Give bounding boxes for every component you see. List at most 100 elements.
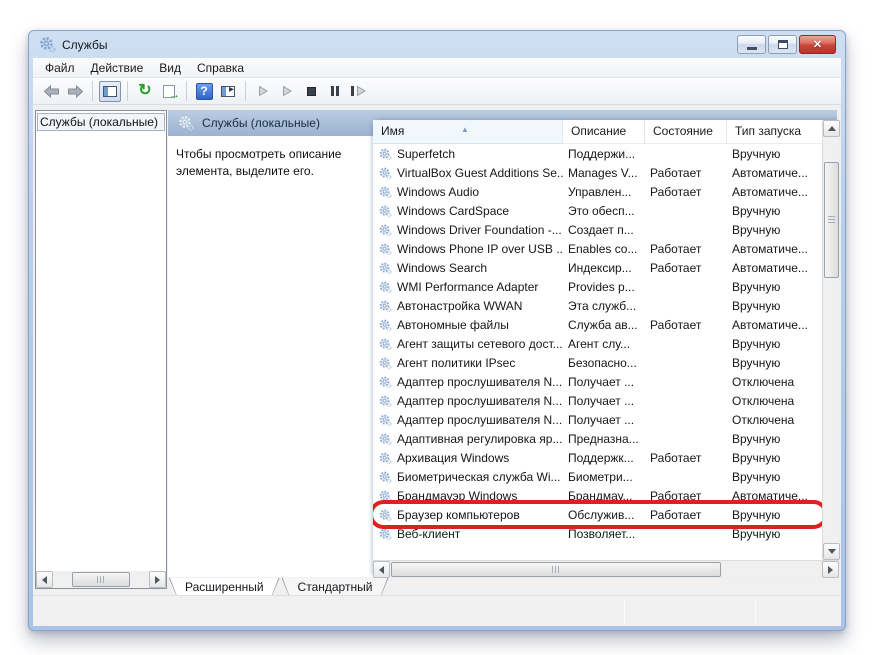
close-button[interactable]: ✕ [799, 35, 836, 54]
arrow-down-icon [827, 549, 836, 558]
list-vertical-scrollbar[interactable] [822, 120, 840, 560]
services-gear-icon [40, 37, 56, 53]
service-gear-icon [379, 509, 392, 521]
service-gear-icon [379, 243, 392, 255]
service-startup-type: Автоматиче... [732, 317, 808, 332]
service-row[interactable]: Адаптер прослушивателя N... Получает ... О… [373, 410, 822, 429]
scrollbar-thumb[interactable] [72, 572, 130, 587]
maximize-icon [777, 40, 788, 49]
column-header[interactable]: Тип запуска [727, 120, 822, 144]
service-name: Брандмауэр Windows [397, 488, 518, 503]
scroll-right-button[interactable] [822, 561, 839, 578]
service-row[interactable]: VirtualBox Guest Additions Se... Manages … [373, 163, 822, 182]
service-gear-icon [379, 357, 392, 369]
service-row[interactable]: Агент защиты сетевого дост... Агент слу..… [373, 334, 822, 353]
service-startup-type: Автоматиче... [732, 165, 808, 180]
service-row[interactable]: Веб-клиент Позволяет... Вручную [373, 524, 822, 543]
menu-item[interactable]: Действие [83, 59, 152, 77]
show-console-tree-icon[interactable] [99, 80, 121, 102]
stop-service-icon[interactable] [300, 81, 322, 102]
scroll-left-button[interactable] [36, 571, 53, 588]
service-row[interactable]: Windows Driver Foundation -... Создает п.… [373, 220, 822, 239]
column-header[interactable]: Описание [563, 120, 645, 144]
service-row[interactable]: Windows Audio Управлен... Работает Автомати… [373, 182, 822, 201]
scroll-left-button[interactable] [373, 561, 390, 578]
service-name: Адаптер прослушивателя N... [397, 412, 563, 427]
service-row[interactable]: Автонастройка WWAN Эта служб... Вручную [373, 296, 822, 315]
grip-icon [97, 576, 106, 583]
selection-hint-text: Чтобы просмотреть описание элемента, выд… [176, 147, 342, 178]
service-row[interactable]: Адаптивная регулировка яр... Предназна...… [373, 429, 822, 448]
service-name: Superfetch [397, 146, 456, 161]
service-name: Windows Search [397, 260, 488, 275]
show-action-pane-icon[interactable] [217, 81, 239, 102]
table-header-row: Имя ▲ Описание Состояние Тип запуска [373, 120, 822, 144]
service-description: Индексир... [568, 260, 632, 275]
forward-icon[interactable] [64, 81, 86, 102]
service-row[interactable]: Брандмауэр Windows Брандмау... Работает Авт… [373, 486, 822, 505]
service-row[interactable]: Браузер компьютеров Обслужив... Работает Вр… [373, 500, 822, 529]
services-gear-icon [179, 116, 194, 131]
column-header[interactable]: Имя ▲ [373, 120, 563, 144]
service-row[interactable]: Адаптер прослушивателя N... Получает ... О… [373, 391, 822, 410]
scroll-right-button[interactable] [149, 571, 166, 588]
service-gear-icon [379, 262, 392, 274]
export-list-icon[interactable] [158, 81, 180, 102]
scroll-down-button[interactable] [823, 543, 840, 560]
help-icon[interactable]: ? [193, 81, 215, 102]
list-horizontal-scrollbar[interactable] [373, 560, 839, 578]
status-pane-divider [755, 599, 756, 623]
back-icon[interactable] [40, 81, 62, 102]
service-description: Manages V... [568, 165, 638, 180]
service-startup-type: Вручную [732, 526, 781, 541]
service-gear-icon [379, 433, 392, 445]
scroll-up-button[interactable] [823, 120, 840, 137]
service-gear-icon [379, 319, 392, 331]
tree-horizontal-scrollbar[interactable] [36, 571, 166, 588]
pause-service-icon[interactable] [324, 81, 346, 102]
service-name: Браузер компьютеров [397, 507, 520, 522]
column-header[interactable]: Состояние [645, 120, 727, 144]
console-content: Службы (локальные) Службы (локальные) Чт… [33, 106, 841, 594]
sort-ascending-icon: ▲ [461, 125, 469, 134]
service-gear-icon [379, 300, 392, 312]
menu-item[interactable]: Вид [151, 59, 189, 77]
menu-item[interactable]: Справка [189, 59, 252, 77]
service-row[interactable]: Биометрическая служба Wi... Биометри... Вр… [373, 467, 822, 486]
service-status: Работает [650, 450, 702, 465]
service-description: Предназна... [568, 431, 639, 446]
service-row[interactable]: WMI Performance Adapter Provides p... Вруч… [373, 277, 822, 296]
service-description: Брандмау... [568, 488, 633, 503]
service-row[interactable]: Superfetch Поддержи... Вручную [373, 144, 822, 163]
service-gear-icon [379, 281, 392, 293]
service-status: Работает [650, 241, 702, 256]
scrollbar-thumb[interactable] [824, 162, 839, 278]
service-startup-type: Вручную [732, 279, 781, 294]
resume-service-icon[interactable] [276, 81, 298, 102]
refresh-icon[interactable]: ↻ [134, 81, 156, 102]
service-row[interactable]: Архивация Windows Поддержк... Работает Вруч… [373, 448, 822, 467]
service-row[interactable]: Агент политики IPsec Безопасно... Вручную [373, 353, 822, 372]
service-row[interactable]: Windows Search Индексир... Работает Автомат… [373, 258, 822, 277]
service-description: Обслужив... [568, 507, 635, 522]
service-name: Веб-клиент [397, 526, 461, 541]
maximize-button[interactable] [768, 35, 797, 54]
restart-service-icon[interactable] [348, 81, 370, 102]
service-row[interactable]: Windows Phone IP over USB ... Enables co.… [373, 239, 822, 258]
start-service-icon[interactable] [252, 81, 274, 102]
service-startup-type: Отключена [732, 374, 795, 389]
scrollbar-thumb[interactable] [391, 562, 721, 577]
service-gear-icon [379, 490, 392, 502]
service-row[interactable]: Windows CardSpace Это обесп... Вручную [373, 201, 822, 220]
service-row[interactable]: Адаптер прослушивателя N... Получает ... О… [373, 372, 822, 391]
service-row[interactable]: Автономные файлы Служба ав... Работает Авто… [373, 315, 822, 334]
menu-item[interactable]: Файл [37, 59, 83, 77]
service-startup-type: Вручную [732, 298, 781, 313]
service-description: Provides p... [568, 279, 635, 294]
title-bar[interactable]: Службы ✕ [29, 31, 845, 58]
service-startup-type: Вручную [732, 507, 781, 522]
service-name: Windows Driver Foundation -... [397, 222, 562, 237]
tree-item-services-local[interactable]: Службы (локальные) [37, 113, 165, 131]
service-description: Enables co... [568, 241, 638, 256]
minimize-button[interactable] [737, 35, 766, 54]
